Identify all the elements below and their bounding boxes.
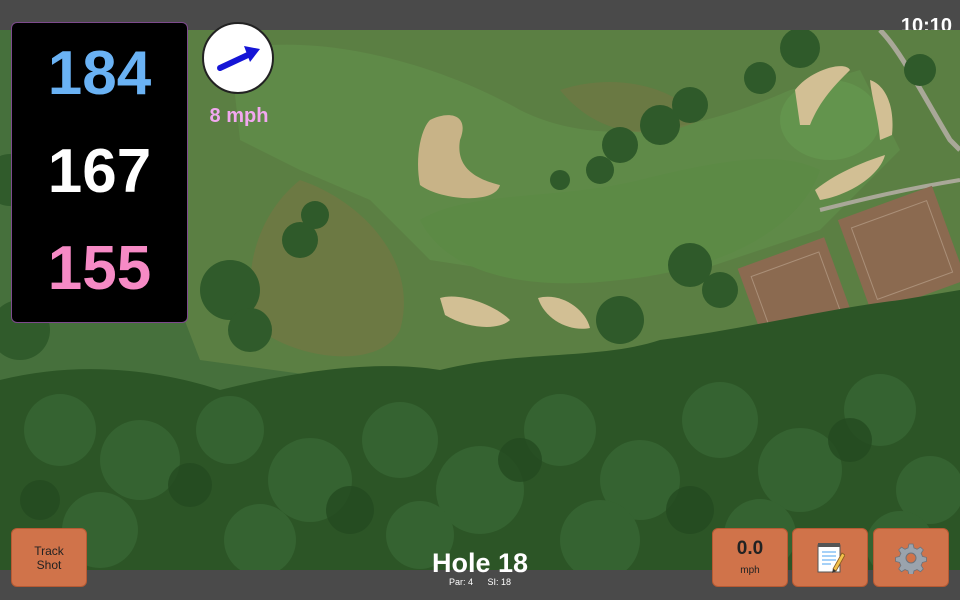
middle-of-green-distance: 167 (47, 137, 152, 206)
speed-value: 0.0 (736, 538, 764, 559)
gear-icon (895, 543, 927, 574)
track-shot-button[interactable]: Track Shot (11, 528, 87, 587)
speed-button[interactable]: 0.0 mph (712, 528, 788, 587)
settings-button[interactable] (873, 528, 949, 587)
track-shot-label-line1: Track (34, 543, 64, 558)
notepad-icon (817, 542, 845, 573)
hole-par: Par: 4 (448, 577, 473, 587)
hole-meta: Par: 4 SI: 18 (380, 577, 580, 587)
back-of-green-distance: 184 (47, 39, 152, 108)
notes-button[interactable] (792, 528, 868, 587)
hole-stroke-index: SI: 18 (487, 577, 512, 587)
hole-title: Hole 18 (431, 548, 529, 578)
speed-unit: mph (740, 565, 760, 576)
distance-panel: 184 167 155 (11, 22, 188, 323)
wind-speed-label: 8 mph (209, 105, 269, 127)
track-shot-label-line2: Shot (36, 557, 62, 572)
front-of-green-distance: 155 (47, 234, 152, 303)
wind-direction-dial (202, 22, 274, 94)
wind-arrow-icon (217, 46, 260, 71)
